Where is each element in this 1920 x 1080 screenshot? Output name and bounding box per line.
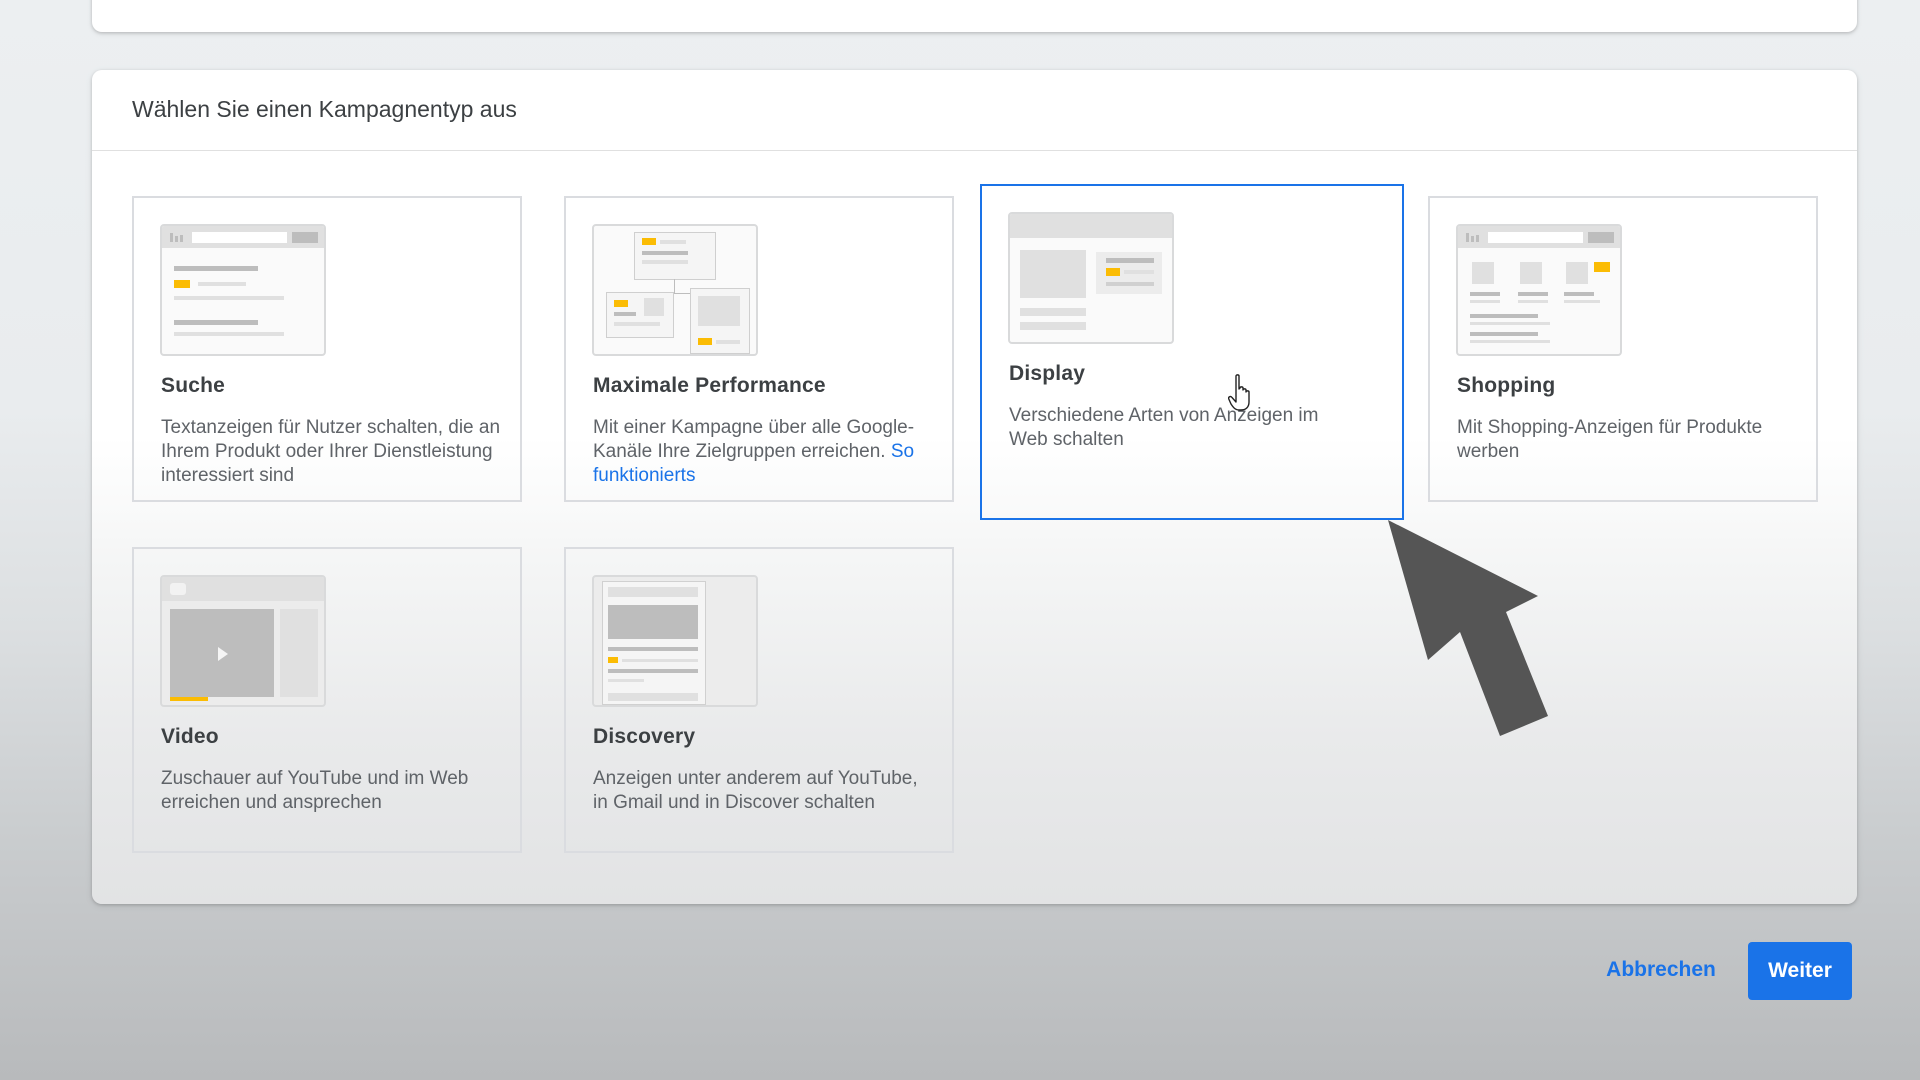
card-title: Maximale Performance xyxy=(593,374,826,397)
campaign-card-performance-max[interactable]: Maximale Performance Mit einer Kampagne … xyxy=(564,196,954,502)
performance-max-campaign-icon xyxy=(592,224,758,356)
play-icon xyxy=(218,647,228,661)
previous-section-card xyxy=(92,0,1857,32)
card-description: Anzeigen unter anderem auf YouTube, in G… xyxy=(593,768,918,813)
campaign-card-shopping[interactable]: Shopping Mit Shopping-Anzeigen für Produ… xyxy=(1428,196,1818,502)
campaign-card-discovery[interactable]: Discovery Anzeigen unter anderem auf You… xyxy=(564,547,954,853)
campaign-card-video[interactable]: Video Zuschauer auf YouTube und im Web e… xyxy=(132,547,522,853)
annotation-arrow-icon xyxy=(1388,520,1548,736)
hand-cursor-icon xyxy=(1228,374,1250,411)
card-description: Textanzeigen für Nutzer schalten, die an… xyxy=(161,417,501,486)
card-title: Shopping xyxy=(1457,374,1556,397)
campaign-type-panel: Wählen Sie einen Kampagnentyp aus Suche … xyxy=(92,70,1857,904)
display-campaign-icon xyxy=(1008,212,1174,344)
divider xyxy=(92,150,1857,151)
panel-title: Wählen Sie einen Kampagnentyp aus xyxy=(132,96,517,122)
shopping-campaign-icon xyxy=(1456,224,1622,356)
card-description: Mit einer Kampagne über alle Google-Kanä… xyxy=(593,416,933,488)
video-campaign-icon xyxy=(160,575,326,707)
campaign-card-display[interactable]: Display Verschiedene Arten von Anzeigen … xyxy=(980,184,1404,520)
card-title: Display xyxy=(1009,362,1086,385)
card-description-text: Mit einer Kampagne über alle Google-Kanä… xyxy=(593,417,915,462)
card-title: Video xyxy=(161,725,219,748)
card-title: Discovery xyxy=(593,725,696,748)
search-campaign-icon xyxy=(160,224,326,356)
discovery-campaign-icon xyxy=(592,575,758,707)
card-description: Zuschauer auf YouTube und im Web erreich… xyxy=(161,768,469,813)
card-description: Verschiedene Arten von Anzeigen im Web s… xyxy=(1009,405,1319,450)
next-button[interactable]: Weiter xyxy=(1748,942,1852,1000)
campaign-card-search[interactable]: Suche Textanzeigen für Nutzer schalten, … xyxy=(132,196,522,502)
card-description: Mit Shopping-Anzeigen für Produkte werbe… xyxy=(1457,417,1763,462)
cancel-button[interactable]: Abbrechen xyxy=(1590,942,1732,998)
card-title: Suche xyxy=(161,374,226,397)
